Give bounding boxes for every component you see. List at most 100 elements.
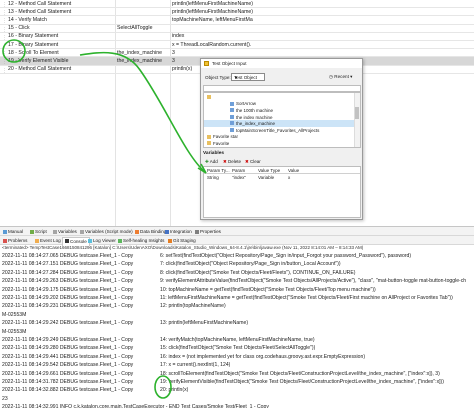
log-line: 23: [2, 395, 8, 402]
recent-dropdown[interactable]: ◷ Recent ▾: [329, 74, 352, 80]
tree-item[interactable]: the index machine: [204, 114, 354, 121]
input-cell[interactable]: index: [172, 33, 184, 39]
log-line: 2022-11-11 08:14:27.065 DEBUG testcase.F…: [2, 253, 134, 259]
delete-variable-button[interactable]: ✖ Delete: [223, 159, 241, 165]
table-row[interactable]: ⋮ 14 - Verify Match topMachineName, leftMe…: [0, 16, 474, 25]
log-line: 2022-11-11 08:14:29.202 DEBUG testcase.F…: [2, 295, 134, 301]
input-cell[interactable]: topMachineName, leftMenuFirstMa: [172, 17, 253, 23]
log-message: 14: verifyMatch(topMachineName, leftMenu…: [160, 337, 315, 343]
test-object-icon: [230, 101, 234, 106]
object-cell[interactable]: the_index_machine: [117, 50, 162, 56]
value-cell[interactable]: x: [288, 175, 290, 180]
param-type-cell[interactable]: String: [207, 175, 219, 180]
log-message: 18: scrollToElement(findTestObject("Smok…: [160, 370, 440, 377]
log-line: M-02553M: [2, 311, 27, 318]
dialog-title-bar: Test Object Input: [201, 59, 362, 68]
object-tree[interactable]: SortArrow the 100th machine the index mach…: [203, 92, 361, 148]
bottom-panel: Manual Script Variables Variables (Scrip…: [0, 226, 474, 408]
object-cell[interactable]: the_index_machine: [117, 58, 162, 64]
column-header[interactable]: Value Type: [258, 168, 280, 173]
test-object-icon: [230, 128, 234, 132]
tree-item[interactable]: Favorite star: [204, 134, 354, 141]
input-cell[interactable]: x = ThreadLocalRandom.current().: [172, 42, 251, 48]
tab-manual[interactable]: Manual: [3, 229, 23, 234]
tree-item[interactable]: topMainScreenTitle_Favorites_AllProjects: [204, 127, 354, 134]
folder-icon: [207, 134, 211, 139]
console-tab-bar: Problems Event Log Console Log Viewer Se…: [0, 236, 474, 246]
log-line: 2022-11-11 08:14:27.284 DEBUG testcase.F…: [2, 269, 134, 276]
step-name-cell[interactable]: 12 - Method Call Statement: [8, 1, 71, 7]
column-header[interactable]: Param Ty...: [207, 168, 230, 173]
tree-item[interactable]: the 100th machine: [204, 107, 354, 114]
log-message: 20: println(x): [160, 387, 189, 394]
param-cell[interactable]: "index": [232, 175, 246, 180]
integration-icon: [165, 229, 169, 234]
log-line: 2022-11-11 08:14:31.782 DEBUG testcase.F…: [2, 379, 134, 385]
step-name-cell[interactable]: 15 - Click: [8, 25, 30, 31]
scrollbar-thumb[interactable]: [355, 107, 359, 119]
tab-self-healing-insights[interactable]: Self-healing Insights: [118, 238, 164, 243]
step-name-cell[interactable]: 19 - Verify Element Visible: [8, 58, 68, 64]
object-cell[interactable]: SelectAllToggle: [117, 25, 152, 31]
tree-item[interactable]: SortArrow: [204, 101, 354, 108]
input-cell[interactable]: println(x): [172, 66, 192, 72]
log-line: 2022-11-11 08:14:29.175 DEBUG testcase.F…: [2, 286, 134, 293]
column-header[interactable]: Param: [232, 168, 245, 173]
tree-scrollbar[interactable]: [354, 93, 360, 147]
column-header[interactable]: Value: [288, 168, 299, 173]
table-row[interactable]: ⋮ 18 - Scroll To Element the_index_machine…: [0, 49, 474, 58]
object-search-input[interactable]: [203, 85, 361, 92]
chevron-down-icon: ▼: [234, 74, 238, 80]
tab-log-viewer[interactable]: Log Viewer: [88, 238, 116, 243]
log-line: 2022-11-11 08:14:27.151 DEBUG testcase.F…: [2, 261, 134, 268]
input-cell[interactable]: println(leftMenuFirstMachineName): [172, 9, 253, 15]
step-name-cell[interactable]: 13 - Method Call Statement: [8, 9, 71, 15]
problems-icon: [3, 238, 7, 243]
tab-problems[interactable]: Problems: [3, 238, 27, 243]
tree-guide-icon: ⋮: [2, 10, 8, 17]
table-row[interactable]: ⋮ 16 - Binary Statement index: [0, 33, 474, 41]
log-message: 6: setText(findTestObject("Object Reposi…: [160, 253, 412, 259]
input-cell[interactable]: println(leftMenuFirstMachineName): [172, 1, 253, 7]
step-name-cell[interactable]: 14 - Verify Match: [8, 17, 47, 23]
table-row[interactable]: ⋮ 13 - Method Call Statement println(leftM…: [0, 8, 474, 17]
clock-icon: ◷: [329, 74, 334, 79]
tab-event-log[interactable]: Event Log: [35, 238, 61, 243]
tab-variables-script-mode[interactable]: Variables (Script mode): [80, 229, 133, 234]
variables-title: Variables: [203, 151, 225, 156]
input-cell[interactable]: 3: [172, 58, 175, 64]
table-row[interactable]: ⋮ 15 - Click SelectAllToggle: [0, 25, 474, 33]
input-cell[interactable]: 3: [172, 50, 175, 56]
table-row[interactable]: String "index" Variable x: [204, 174, 360, 181]
step-name-cell[interactable]: 17 - Binary Statement: [8, 42, 58, 48]
recent-label: Recent: [334, 74, 349, 79]
step-name-cell[interactable]: 16 - Binary Statement: [8, 33, 58, 39]
object-type-label: Object Type:: [205, 75, 231, 80]
table-row[interactable]: ⋮ 12 - Method Call Statement println(leftM…: [0, 0, 474, 9]
tree-guide-icon: ⋮: [2, 59, 8, 66]
log-message: 8: click(findTestObject("Smoke Test Obje…: [160, 269, 356, 276]
tree-item[interactable]: [204, 94, 354, 101]
add-variable-button[interactable]: ✚ Add: [205, 159, 218, 165]
tab-git-staging[interactable]: Git Staging: [168, 238, 196, 243]
tab-properties[interactable]: Properties: [195, 229, 221, 234]
tab-script[interactable]: Script: [30, 229, 47, 234]
tab-integration[interactable]: Integration: [165, 229, 192, 234]
step-name-cell[interactable]: 20 - Method Call Statement: [8, 66, 71, 72]
object-type-select[interactable]: Test Object ▼: [231, 73, 265, 81]
table-row[interactable]: ⋮ 17 - Binary Statement x = ThreadLocalRan…: [0, 41, 474, 50]
log-message: 7: click(findTestObject("Object Reposito…: [160, 261, 341, 268]
tree-guide-icon: ⋮: [2, 43, 8, 49]
clear-variables-button[interactable]: ✖ Clear: [245, 159, 261, 165]
value-type-cell[interactable]: Variable: [258, 175, 274, 180]
tree-item[interactable]: the_index_machine: [204, 120, 354, 127]
step-name-cell[interactable]: 18 - Scroll To Element: [8, 50, 59, 56]
log-line: M-02553M: [2, 328, 27, 335]
tab-data-binding[interactable]: Data Binding: [135, 229, 166, 234]
log-message: 17: x = current().nextInt(1, 124): [160, 362, 231, 369]
tree-item[interactable]: Favorite: [204, 140, 354, 147]
log-message: 11: leftMenuFirstMachineName = getText(f…: [160, 295, 453, 301]
tab-variables[interactable]: Variables: [53, 229, 77, 234]
binding-icon: [135, 229, 139, 234]
folder-icon: [207, 95, 211, 99]
